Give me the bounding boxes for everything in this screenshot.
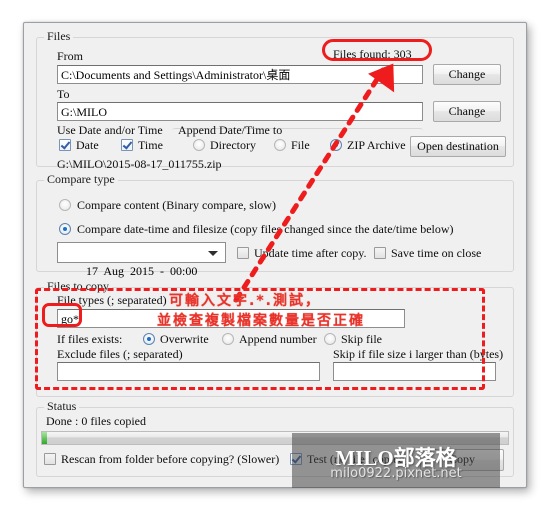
append-zip-archive-radio[interactable] xyxy=(330,139,342,151)
append-file-radio[interactable] xyxy=(274,139,286,151)
files-found-label: Files found: 303 xyxy=(333,47,412,61)
date-checkbox[interactable] xyxy=(59,139,71,151)
files-group-legend: Files xyxy=(44,30,74,43)
append-directory-label: Directory xyxy=(210,138,256,152)
skip-size-label: Skip if file size i larger than (bytes) xyxy=(333,347,504,361)
to-label: To xyxy=(57,87,70,101)
append-file-label: File xyxy=(291,138,310,152)
overwrite-radio[interactable] xyxy=(143,333,155,345)
compare-type-legend: Compare type xyxy=(44,173,118,186)
append-number-label: Append number xyxy=(239,332,317,346)
copy-progress-fill xyxy=(42,432,47,444)
files-to-copy-legend: Files to copy xyxy=(44,280,112,293)
from-input[interactable]: C:\Documents and Settings\Administrator\… xyxy=(57,65,423,84)
skip-size-input[interactable] xyxy=(333,362,496,381)
screenshot-root: Files From Files found: 303 C:\Documents… xyxy=(0,0,552,515)
compare-content-label: Compare content (Binary compare, slow) xyxy=(77,198,276,212)
file-types-input[interactable]: go* xyxy=(57,309,405,328)
change-from-button[interactable]: Change xyxy=(433,64,501,85)
if-files-exists-label: If files exists: xyxy=(57,332,123,346)
exclude-files-label: Exclude files (; separated) xyxy=(57,347,183,361)
result-path-text: G:\MILO\2015-08-17_011755.zip xyxy=(57,157,222,171)
change-to-button[interactable]: Change xyxy=(433,101,501,122)
chevron-down-icon[interactable] xyxy=(208,251,218,256)
skip-file-radio[interactable] xyxy=(324,333,336,345)
time-checkbox-label: Time xyxy=(138,138,163,152)
save-time-label: Save time on close xyxy=(391,246,482,260)
rescan-label: Rescan from folder before copying? (Slow… xyxy=(61,452,280,466)
time-checkbox[interactable] xyxy=(121,139,133,151)
date-checkbox-label: Date xyxy=(76,138,99,152)
watermark-shade xyxy=(292,433,500,488)
append-directory-radio[interactable] xyxy=(193,139,205,151)
copy-tool-dialog: Files From Files found: 303 C:\Documents… xyxy=(23,22,527,488)
use-date-time-label: Use Date and/or Time xyxy=(57,123,163,137)
append-zip-archive-label: ZIP Archive xyxy=(347,138,406,152)
status-text: Done : 0 files copied xyxy=(46,414,146,428)
compare-date-combo[interactable]: 17 Aug 2015 - 00:00 xyxy=(57,242,226,278)
save-time-checkbox[interactable] xyxy=(374,247,386,259)
open-destination-button[interactable]: Open destination xyxy=(410,136,506,157)
overwrite-label: Overwrite xyxy=(160,332,209,346)
rescan-checkbox[interactable] xyxy=(44,453,56,465)
compare-datetime-radio[interactable] xyxy=(59,223,71,235)
dialog-client-area: Files From Files found: 303 C:\Documents… xyxy=(26,25,524,485)
compare-content-radio[interactable] xyxy=(59,199,71,211)
from-label: From xyxy=(57,49,84,63)
append-number-radio[interactable] xyxy=(222,333,234,345)
compare-datetime-label: Compare date-time and filesize (copy fil… xyxy=(77,222,454,236)
compare-date-value: 17 Aug 2015 - 00:00 xyxy=(86,264,198,278)
update-time-label: Update time after copy. xyxy=(254,246,367,260)
append-date-time-label: Append Date/Time to xyxy=(178,123,283,137)
update-time-checkbox[interactable] xyxy=(237,247,249,259)
file-types-label: File types (; separated) xyxy=(57,293,167,307)
status-group-legend: Status xyxy=(44,400,80,413)
skip-file-label: Skip file xyxy=(341,332,382,346)
exclude-files-input[interactable] xyxy=(57,362,320,381)
to-input[interactable]: G:\MILO xyxy=(57,102,423,121)
